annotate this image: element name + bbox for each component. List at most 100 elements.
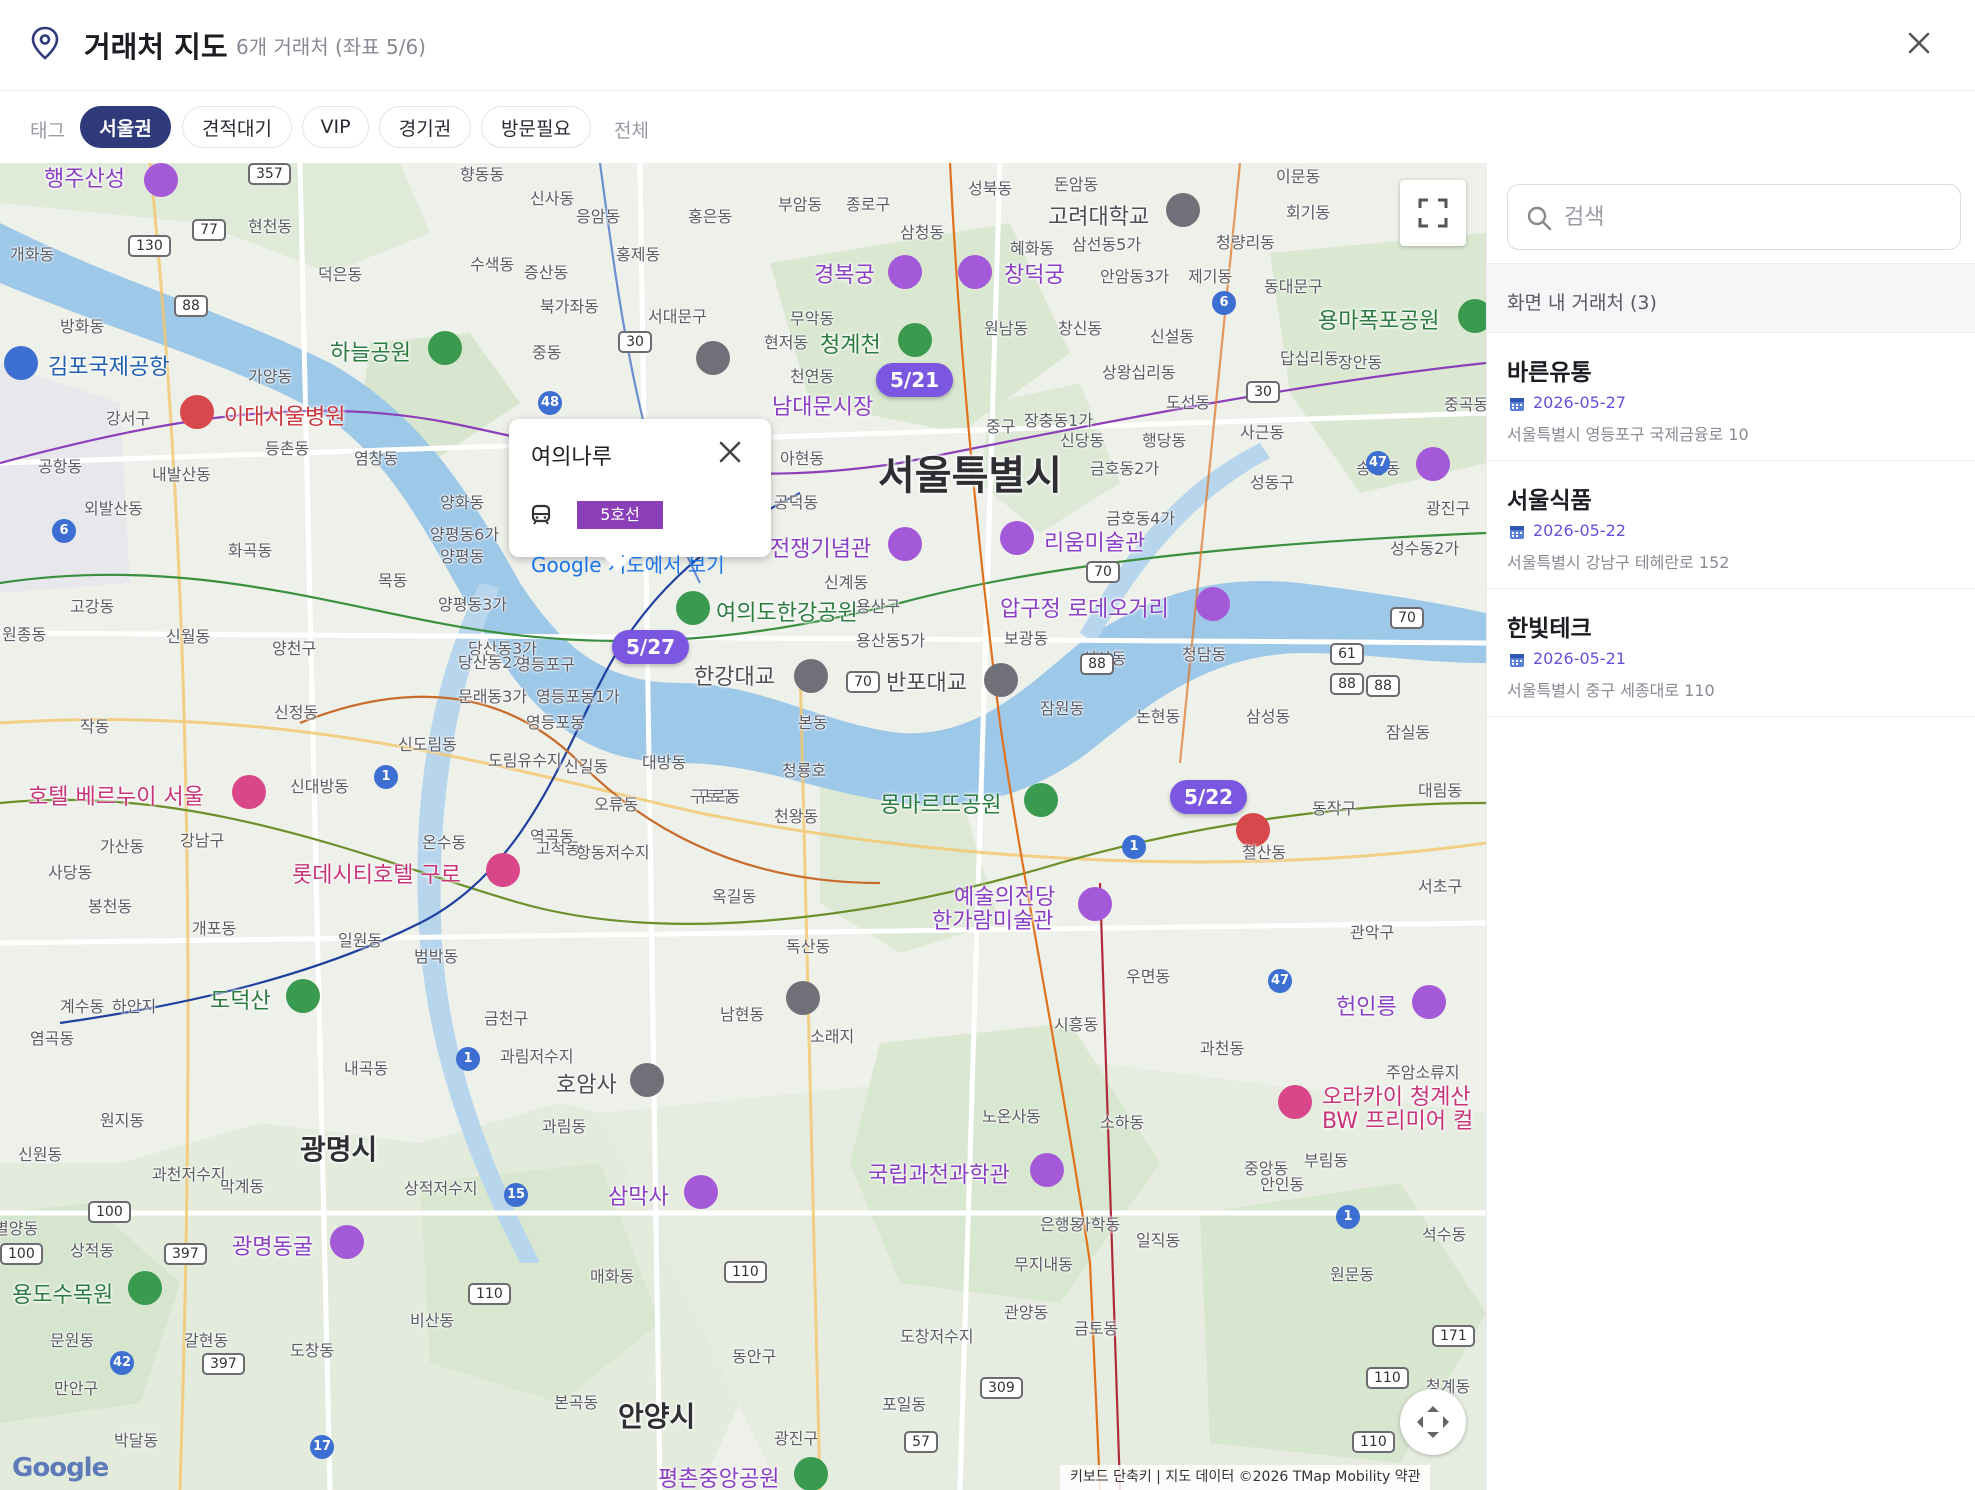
client-list-item[interactable]: 한빛테크 2026-05-21 서울특별시 중구 세종대로 110 [1487,589,1975,717]
subway-icon [531,504,551,525]
calendar-icon [1510,654,1524,667]
place-label: 상적저수지 [404,1179,478,1198]
poi-pyeongchon-park[interactable]: 평촌중앙공원 [658,1461,779,1490]
place-label: 오류동 [594,795,639,814]
poi-lotte-city-hotel[interactable]: 롯데시티호텔 구로 [292,857,461,889]
poi-heonilleung[interactable]: 헌인릉 [1336,989,1397,1021]
poi-namdaemun-market[interactable]: 남대문시장 [772,389,873,421]
poi-banpo-bridge[interactable]: 반포대교 [886,665,967,697]
search-box[interactable] [1507,184,1961,250]
place-label: 사근동 [1240,423,1285,442]
place-label: 상왕십리동 [1102,363,1176,382]
place-label: 작동 [80,717,110,736]
client-list-item[interactable]: 바른유통 2026-05-27 서울특별시 영등포구 국제금융로 10 [1487,333,1975,461]
subway-line-badge: 1 [1336,1205,1360,1229]
place-label: 도창동 [290,1341,335,1360]
tag-chip-seoul[interactable]: 서울권 [80,106,171,148]
poi-sammaksa[interactable]: 삼막사 [608,1179,669,1211]
place-label: 관악구 [1350,923,1395,942]
client-marker[interactable]: 5/22 [1170,780,1248,814]
poi-yeouido-park[interactable]: 여의도한강공원 [716,595,858,627]
client-list-item[interactable]: 서울식품 2026-05-22 서울특별시 강남구 테헤란로 152 [1487,461,1975,589]
visit-date: 2026-05-27 [1533,393,1626,412]
place-label: 동작구 [1312,799,1357,818]
poi-science-museum[interactable]: 국립과천과학관 [868,1157,1010,1189]
map-pan-control[interactable] [1400,1389,1466,1455]
client-marker-selected[interactable]: 5/27 [612,630,690,664]
place-label: 회기동 [1286,203,1331,222]
tag-chip-visit-needed[interactable]: 방문필요 [481,106,591,148]
tag-chip-gyeonggi[interactable]: 경기권 [379,106,471,148]
tag-all-link[interactable]: 전체 [614,116,649,143]
poi-changdeokgung[interactable]: 창덕궁 [1004,257,1065,289]
poi-hangang-bridge[interactable]: 한강대교 [694,659,775,691]
park-icon [1458,299,1486,333]
poi-korea-university[interactable]: 고려대학교 [1048,199,1149,231]
place-label: 신설동 [1150,327,1195,346]
poi-ewha-hospital[interactable]: 이대서울병원 [224,399,345,431]
place-label: 가양동 [248,367,293,386]
poi-hoamsa[interactable]: 호암사 [556,1067,617,1099]
route-shield: 57 [904,1431,938,1453]
bridge-icon [794,659,828,693]
poi-yongmapokpo-park[interactable]: 용마폭포공원 [1318,303,1439,335]
calendar-icon [1510,526,1524,539]
subway-line-badge: 17 [310,1435,334,1459]
place-label: 주암소류지 [1386,1063,1460,1082]
place-label: 본동 [798,713,828,732]
subway-line-badge: 42 [110,1351,134,1375]
route-shield: 30 [618,331,652,353]
poi-gyeongbokgung[interactable]: 경복궁 [814,257,875,289]
poi-cheonggyecheon[interactable]: 청계천 [820,327,881,359]
map-canvas[interactable]: 서울특별시 광명시 안양시 김포국제공항 이대서울병원 하늘공원 행주산성 경복… [0,163,1486,1490]
place-label: 신당동 [1060,431,1105,450]
place-label: 양화동 [440,493,485,512]
place-label: 혜화동 [1010,239,1055,258]
poi-leeum-museum[interactable]: 리움미술관 [1044,525,1145,557]
place-label: 본곡동 [554,1393,599,1412]
tag-chip-vip[interactable]: VIP [302,106,369,148]
poi-mongmarte-park[interactable]: 몽마르뜨공원 [880,787,1001,819]
place-label: 장안동 [1338,353,1383,372]
subway-line-badge: 47 [1366,451,1390,475]
city-label-seoul: 서울특별시 [878,453,1062,499]
close-icon[interactable] [713,435,747,469]
place-label: 현저동 [764,333,809,352]
place-label: 창신동 [1058,319,1103,338]
place-label: 원종동 [2,625,47,644]
client-name: 한빛테크 [1507,616,1592,642]
poi-haengju-fortress[interactable]: 행주산성 [44,163,125,193]
place-label: 청룡호 [782,761,827,780]
tag-chip-quote-pending[interactable]: 견적대기 [182,106,292,148]
client-count: 6개 거래처 (좌표 5/6) [236,35,426,59]
place-label: 신대방동 [290,777,349,796]
place-label: 과천저수지 [152,1165,226,1184]
place-label: 양평동6가 [430,525,500,544]
place-label: 신정동 [274,703,319,722]
route-shield: 70 [1086,561,1120,583]
poi-bw-premier[interactable]: BW 프리미어 컬 [1322,1103,1473,1135]
map-attribution[interactable]: 키보드 단축키 | 지도 데이터 ©2026 TMap Mobility 약관 [1060,1465,1431,1490]
poi-yongdo-arboretum[interactable]: 용도수목원 [12,1277,113,1309]
poi-war-memorial[interactable]: 전쟁기념관 [770,531,871,563]
place-label: 덕은동 [318,265,363,284]
park-icon [794,1457,828,1490]
poi-hangaram-museum[interactable]: 한가람미술관 [932,903,1053,935]
poi-gimpo-airport[interactable]: 김포국제공항 [48,349,169,381]
place-label: 안암동3가 [1100,267,1170,286]
poi-hotel-vernui[interactable]: 호텔 베르누이 서울 [28,779,204,811]
place-label: 광진구 [774,1429,819,1448]
fullscreen-button[interactable] [1400,180,1466,246]
route-shield: 100 [88,1201,131,1223]
place-label: 독산동 [786,937,831,956]
poi-haneul-park[interactable]: 하늘공원 [330,335,411,367]
place-label: 옥길동 [712,887,757,906]
search-input[interactable] [1564,185,1944,249]
open-google-maps-link[interactable]: Google 지도에서 보기 [531,549,725,578]
poi-dodeoksan[interactable]: 도덕산 [210,983,271,1015]
client-marker[interactable]: 5/21 [876,363,954,397]
visit-date: 2026-05-21 [1533,649,1626,668]
close-icon[interactable] [1902,26,1936,60]
poi-apgujeong-rodeo[interactable]: 압구정 로데오거리 [1000,591,1169,623]
poi-gwangmyeong-cave[interactable]: 광명동굴 [232,1229,313,1261]
